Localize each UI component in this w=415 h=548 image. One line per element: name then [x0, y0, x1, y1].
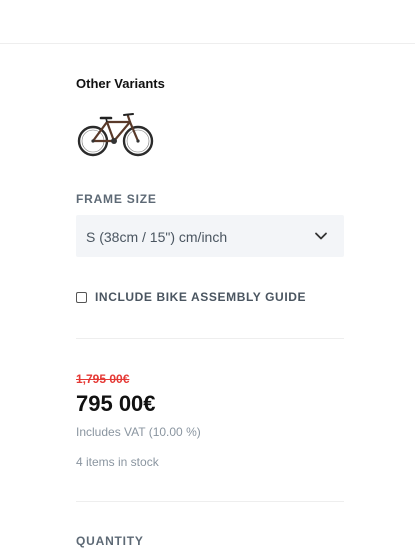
assembly-guide-label: INCLUDE BIKE ASSEMBLY GUIDE: [95, 290, 307, 304]
chevron-down-icon: [315, 232, 327, 240]
section-divider: [76, 338, 344, 339]
vat-note: Includes VAT (10.00 %): [76, 425, 201, 439]
quantity-label: QUANTITY: [76, 534, 144, 548]
bicycle-icon: [77, 113, 154, 157]
assembly-guide-option[interactable]: INCLUDE BIKE ASSEMBLY GUIDE: [76, 289, 306, 305]
sale-price: 795 00€: [76, 391, 156, 416]
other-variants-title: Other Variants: [76, 76, 165, 91]
frame-size-select[interactable]: S (38cm / 15") cm/inch: [76, 215, 344, 257]
original-price: 1,795 00€: [76, 372, 130, 386]
header-divider: [0, 43, 415, 44]
stock-status: 4 items in stock: [76, 455, 159, 469]
frame-size-label: FRAME SIZE: [76, 192, 157, 206]
assembly-guide-checkbox[interactable]: [76, 291, 87, 303]
frame-size-selected-value: S (38cm / 15") cm/inch: [86, 229, 228, 245]
section-divider: [76, 501, 344, 502]
variant-thumbnail[interactable]: [76, 108, 156, 160]
